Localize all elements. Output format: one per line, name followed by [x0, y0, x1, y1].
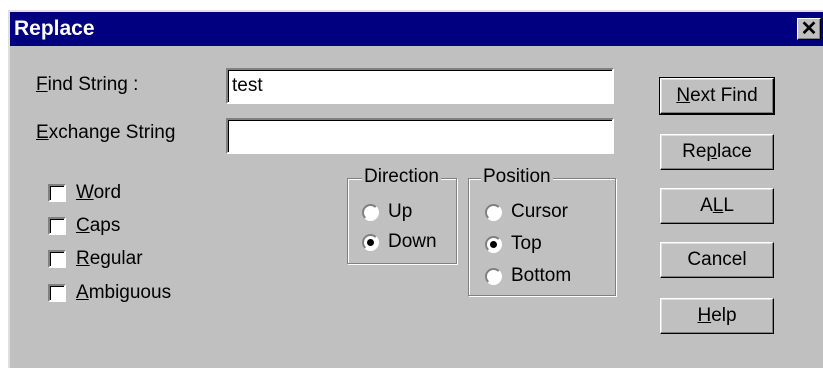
- cancel-button[interactable]: Cancel: [660, 242, 774, 278]
- help-button[interactable]: Help: [660, 298, 774, 334]
- title-bar[interactable]: Replace ✕: [10, 12, 823, 46]
- option-regular[interactable]: Regular: [48, 248, 143, 270]
- position-title: Position: [481, 166, 553, 188]
- close-icon: ✕: [800, 18, 818, 40]
- position-group: Position Cursor Top Bottom: [468, 166, 616, 296]
- word-label: Word: [76, 182, 122, 203]
- next-find-button[interactable]: Next Find: [659, 77, 775, 115]
- find-string-input[interactable]: [228, 70, 612, 102]
- position-bottom-label: Bottom: [511, 265, 572, 286]
- radio-selected-icon[interactable]: [485, 235, 502, 253]
- direction-down-radio[interactable]: Down: [362, 231, 437, 253]
- regular-label: Regular: [76, 248, 143, 269]
- ambiguous-label: Ambiguous: [76, 282, 172, 303]
- find-string-label: Find String :: [36, 74, 139, 95]
- position-bottom-radio[interactable]: Bottom: [485, 265, 571, 287]
- direction-group: Direction Up Down: [347, 166, 457, 264]
- position-cursor-label: Cursor: [511, 201, 569, 222]
- radio-icon[interactable]: [485, 203, 502, 221]
- ambiguous-checkbox[interactable]: [48, 284, 66, 302]
- radio-icon[interactable]: [485, 267, 502, 285]
- direction-up-radio[interactable]: Up: [362, 201, 412, 223]
- position-top-radio[interactable]: Top: [485, 233, 542, 255]
- option-caps[interactable]: Caps: [48, 215, 120, 237]
- dialog-title: Replace: [14, 17, 95, 40]
- option-word[interactable]: Word: [48, 182, 121, 204]
- option-ambiguous[interactable]: Ambiguous: [48, 282, 171, 304]
- position-cursor-radio[interactable]: Cursor: [485, 201, 568, 223]
- exchange-string-label: Exchange String: [36, 122, 176, 143]
- direction-title: Direction: [362, 166, 441, 188]
- position-top-label: Top: [511, 233, 542, 254]
- replace-button[interactable]: Replace: [660, 134, 774, 170]
- replace-dialog: Replace ✕ Find String : Exchange String …: [8, 10, 823, 368]
- direction-up-label: Up: [388, 201, 413, 222]
- direction-down-label: Down: [388, 231, 437, 252]
- caps-label: Caps: [76, 215, 121, 236]
- caps-checkbox[interactable]: [48, 217, 66, 235]
- regular-checkbox[interactable]: [48, 250, 66, 268]
- find-string-field[interactable]: [226, 68, 614, 104]
- radio-selected-icon[interactable]: [362, 233, 379, 251]
- radio-icon[interactable]: [362, 203, 379, 221]
- word-checkbox[interactable]: [48, 184, 66, 202]
- all-button[interactable]: ALL: [660, 188, 774, 224]
- exchange-string-field[interactable]: [226, 118, 614, 154]
- close-button[interactable]: ✕: [797, 18, 821, 40]
- exchange-string-input[interactable]: [228, 120, 612, 152]
